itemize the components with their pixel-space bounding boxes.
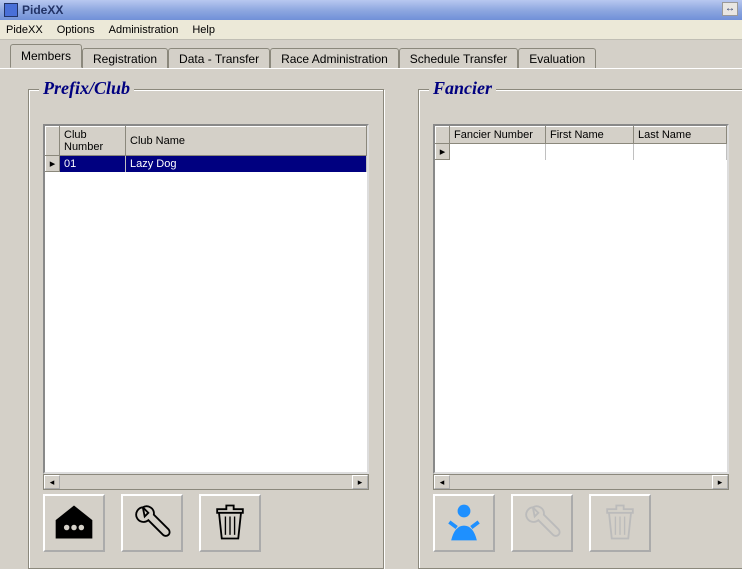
table-row[interactable]: ▸ 01 Lazy Dog — [46, 156, 367, 172]
groupbox-fancier: Fancier Fancier Number First Name Last N… — [418, 89, 742, 569]
wrench-icon — [130, 500, 174, 547]
menu-administration[interactable]: Administration — [109, 24, 179, 36]
tabpanel-members: Prefix/Club Club Number Club Name ▸ 01 L… — [0, 68, 742, 565]
legend-fancier: Fancier — [429, 78, 496, 99]
cell-club-number[interactable]: 01 — [60, 156, 126, 172]
col-first-name[interactable]: First Name — [546, 127, 634, 144]
wrench-icon — [520, 500, 564, 547]
hscrollbar-right[interactable]: ◂ ▸ — [433, 474, 729, 490]
toolbar-right — [433, 494, 651, 552]
scroll-right-icon[interactable]: ▸ — [712, 475, 728, 489]
tab-members[interactable]: Members — [10, 44, 82, 68]
app-icon — [4, 3, 18, 17]
cell-club-name[interactable]: Lazy Dog — [126, 156, 367, 172]
club-button[interactable] — [43, 494, 105, 552]
trash-icon — [208, 500, 252, 547]
scroll-left-icon[interactable]: ◂ — [434, 475, 450, 489]
grid-fancier[interactable]: Fancier Number First Name Last Name ▸ — [433, 124, 729, 474]
menubar: PideXX Options Administration Help — [0, 20, 742, 40]
legend-prefix-club: Prefix/Club — [39, 78, 134, 99]
trash-icon — [598, 500, 642, 547]
menu-pidexx[interactable]: PideXX — [6, 24, 43, 36]
table-row[interactable]: ▸ — [436, 144, 727, 160]
tab-schedule-transfer[interactable]: Schedule Transfer — [399, 48, 518, 69]
col-club-number[interactable]: Club Number — [60, 127, 126, 156]
corner-cell — [436, 127, 450, 144]
tabbar: Members Registration Data - Transfer Rac… — [0, 40, 742, 68]
cell-last-name[interactable] — [634, 144, 727, 160]
house-icon — [52, 500, 96, 547]
menu-help[interactable]: Help — [192, 24, 215, 36]
scroll-left-icon[interactable]: ◂ — [44, 475, 60, 489]
window-title: PideXX — [22, 3, 63, 17]
delete-fancier-button[interactable] — [589, 494, 651, 552]
row-indicator-icon: ▸ — [46, 156, 60, 172]
edit-fancier-button[interactable] — [511, 494, 573, 552]
resize-button[interactable]: ↔ — [722, 2, 738, 16]
grid-prefix-club[interactable]: Club Number Club Name ▸ 01 Lazy Dog — [43, 124, 369, 474]
person-icon — [442, 500, 486, 547]
hscrollbar-left[interactable]: ◂ ▸ — [43, 474, 369, 490]
tab-race-administration[interactable]: Race Administration — [270, 48, 399, 69]
fancier-button[interactable] — [433, 494, 495, 552]
cell-fancier-number[interactable] — [450, 144, 546, 160]
menu-options[interactable]: Options — [57, 24, 95, 36]
titlebar: PideXX ↔ — [0, 0, 742, 20]
cell-first-name[interactable] — [546, 144, 634, 160]
scroll-right-icon[interactable]: ▸ — [352, 475, 368, 489]
toolbar-left — [43, 494, 261, 552]
tab-registration[interactable]: Registration — [82, 48, 168, 69]
groupbox-prefix-club: Prefix/Club Club Number Club Name ▸ 01 L… — [28, 89, 384, 569]
delete-button[interactable] — [199, 494, 261, 552]
col-last-name[interactable]: Last Name — [634, 127, 727, 144]
tab-data-transfer[interactable]: Data - Transfer — [168, 48, 270, 69]
col-fancier-number[interactable]: Fancier Number — [450, 127, 546, 144]
row-indicator-icon: ▸ — [436, 144, 450, 160]
col-club-name[interactable]: Club Name — [126, 127, 367, 156]
tab-evaluation[interactable]: Evaluation — [518, 48, 596, 69]
edit-button[interactable] — [121, 494, 183, 552]
corner-cell — [46, 127, 60, 156]
